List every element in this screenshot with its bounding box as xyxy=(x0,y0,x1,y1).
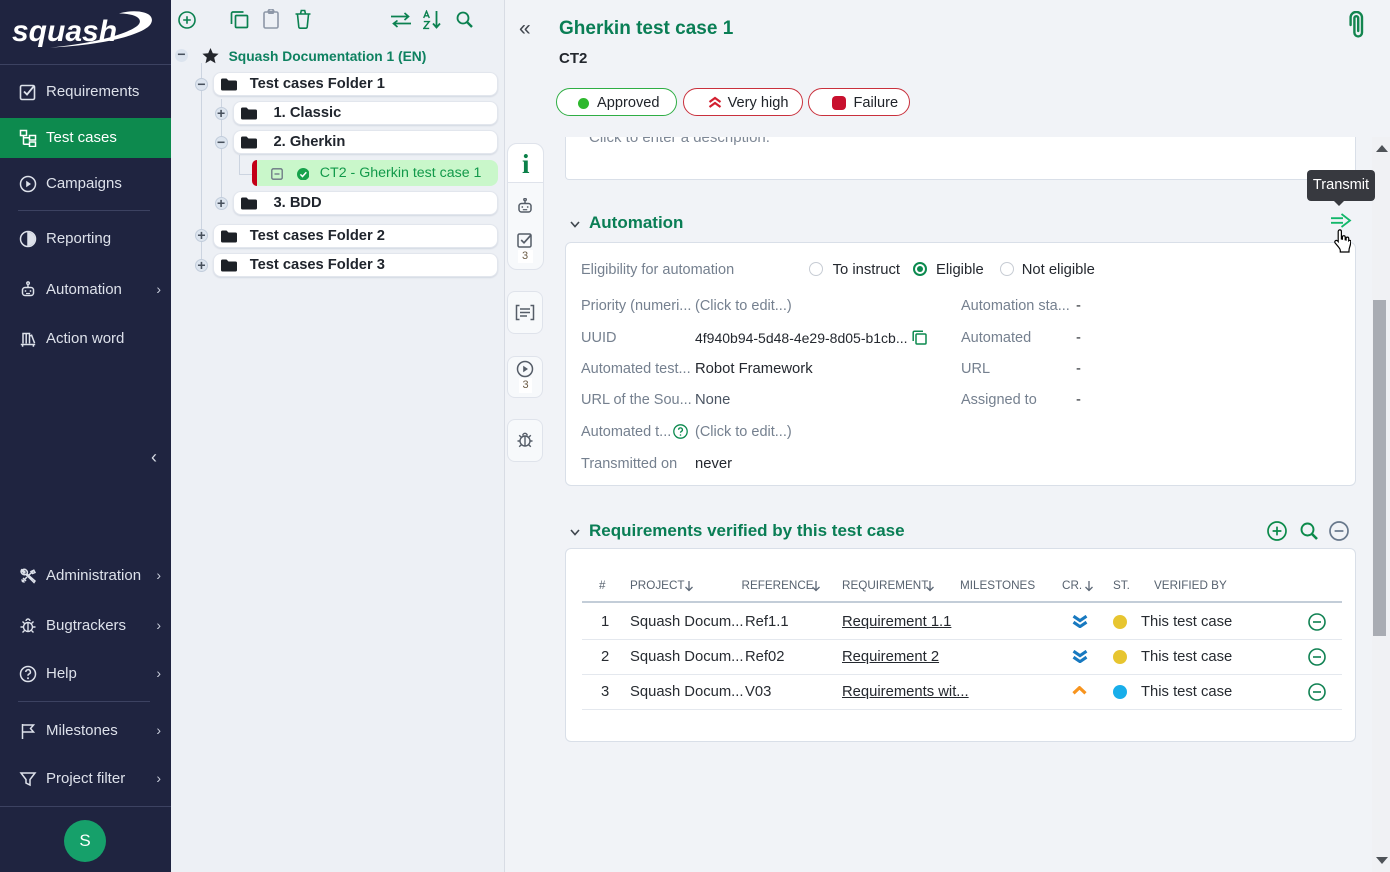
svg-text:squash: squash xyxy=(12,15,117,48)
